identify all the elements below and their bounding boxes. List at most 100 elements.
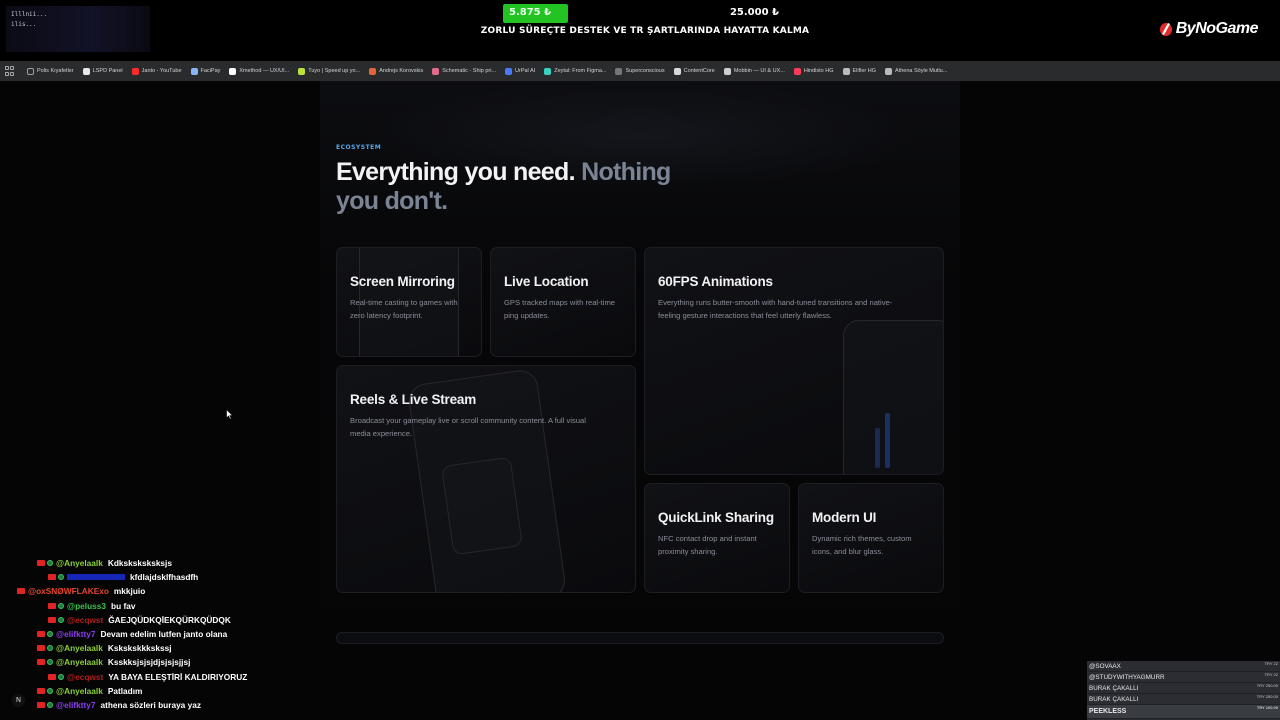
feature-card-reels-live-stream[interactable]: Reels & Live Stream Broadcast your gamep… — [336, 365, 636, 593]
feature-card-modern-ui[interactable]: Modern UI Dynamic rich themes, custom ic… — [798, 483, 944, 593]
feature-card-live-location[interactable]: Live Location GPS tracked maps with real… — [490, 247, 636, 357]
donor-name: PEEKLESS — [1089, 708, 1127, 715]
member-badge-icon — [47, 701, 53, 708]
bookmark-item[interactable]: Hindisto HG — [793, 67, 834, 75]
contentcore-icon — [673, 67, 681, 75]
card-description: Real-time casting to games with zero lat… — [350, 298, 458, 320]
chat-badges — [17, 588, 25, 595]
chat-message: @Anyelaalk Kskskskkkskssj — [0, 641, 300, 655]
schematic-icon — [432, 67, 440, 75]
bookmark-item[interactable]: Andrejs Korovskis — [369, 67, 424, 75]
bookmark-label: Schematic - Ship pri... — [442, 68, 497, 74]
bookmark-label: Andrejs Korovskis — [379, 68, 424, 74]
bookmark-label: Janto - YouTube — [141, 68, 182, 74]
youtube-icon — [131, 67, 139, 75]
bookmark-label: Mobbin — UI & UX... — [733, 68, 785, 74]
chat-username: @peluss3 — [67, 600, 106, 611]
hindisto-icon — [793, 67, 801, 75]
facipay-icon — [190, 67, 198, 75]
bookmark-item[interactable]: Superconscious — [615, 67, 665, 75]
youtube-badge-icon — [48, 574, 56, 581]
youtube-badge-icon — [48, 602, 56, 609]
card-description: GPS tracked maps with real-time ping upd… — [504, 298, 615, 320]
mouse-cursor-icon — [226, 409, 233, 420]
section-eyebrow: ECOSYSTEM — [336, 144, 382, 151]
card-description: Dynamic rich themes, custom icons, and b… — [812, 534, 912, 556]
bookmark-item[interactable]: Tuyo | Speed up yo... — [298, 67, 360, 75]
chat-message: @Anyelaalk Patladım — [0, 684, 300, 698]
donation-amount: TRY 250.00 — [1256, 683, 1278, 688]
chat-badges — [48, 616, 64, 623]
chat-username: @elifktty7 — [56, 699, 96, 710]
chat-text: athena sözleri buraya yaz — [100, 699, 201, 710]
chat-username: @Anyelaalk — [56, 643, 103, 654]
chat-username: @elifktty7 — [56, 629, 96, 640]
chat-message: @elifktty7 Devam edelim lutfen janto olan… — [0, 627, 300, 641]
member-badge-icon — [58, 616, 64, 623]
youtube-badge-icon — [37, 560, 45, 567]
bookmark-item[interactable]: FaciPay — [190, 67, 221, 75]
donation-current-amount: 5.875 ₺ — [509, 7, 552, 18]
headline-primary: Everything you need. — [336, 158, 576, 186]
star-badge-icon — [82, 67, 90, 75]
brand-name: ByNoGame — [1175, 20, 1259, 37]
x-icon — [229, 67, 237, 75]
chat-username: @ecqwst — [67, 671, 104, 682]
chat-text: Kskskskkkskssj — [107, 643, 172, 654]
bookmark-item[interactable]: Xmethod — UX/UI... — [229, 67, 289, 75]
bookmark-item[interactable]: Athena Söyle Mutlu... — [885, 67, 947, 75]
donor-name: BURAK ÇAKALLI — [1089, 684, 1139, 692]
donation-amount: TRY 22 — [1264, 672, 1278, 677]
bookmark-item[interactable]: Polis Kıyafetler — [27, 67, 74, 75]
bookmark-item[interactable]: LSPD Panel — [82, 67, 123, 75]
bookmark-item[interactable]: ContentCore — [673, 67, 715, 75]
donor-name: BURAK ÇAKALLI — [1089, 695, 1139, 703]
zeytal-icon — [544, 67, 552, 75]
bookmark-item[interactable]: Schematic - Ship pri... — [432, 67, 497, 75]
bookmark-item[interactable]: UrPal AI — [505, 67, 535, 75]
card-title: QuickLink Sharing — [658, 510, 774, 525]
chat-text: Patladım — [107, 685, 143, 696]
superconscious-icon — [615, 67, 623, 75]
card-description: Everything runs butter-smooth with hand-… — [658, 298, 893, 320]
bookmark-item[interactable]: Elifler HG — [842, 67, 877, 75]
bookmark-item[interactable]: Zeytal: From Figma... — [544, 67, 606, 75]
card-title: Modern UI — [812, 510, 877, 525]
chat-username: @oxSNØWFLAKExo — [28, 586, 109, 597]
chat-message: @Anyelaalk Ksskksjsjsjdjsjsjsjjsj — [0, 655, 300, 669]
apps-grid-icon[interactable] — [5, 66, 15, 76]
bookmarks-bar: Polis Kıyafetler LSPD Panel Janto - YouTub… — [0, 61, 1280, 81]
member-badge-icon — [58, 574, 64, 581]
youtube-badge-icon — [37, 659, 45, 666]
donor-name: @STUDYWITHYAGMURR — [1089, 673, 1165, 681]
chat-text: bu fav — [111, 600, 136, 611]
feature-card-60fps-animations[interactable]: 60FPS Animations Everything runs butter-… — [644, 247, 944, 475]
feature-card-quicklink-sharing[interactable]: QuickLink Sharing NFC contact drop and i… — [644, 483, 790, 593]
chat-username: @Anyelaalk — [56, 558, 103, 569]
section-headline: Everything you need. Nothing you don't. — [336, 158, 696, 216]
bookmark-label: Hindisto HG — [803, 68, 834, 74]
chat-badges — [37, 687, 53, 694]
youtube-badge-icon — [37, 645, 45, 652]
feature-card-screen-mirroring[interactable]: Screen Mirroring Real-time casting to ga… — [336, 247, 482, 357]
brand-logo: ByNoGame — [1159, 20, 1259, 38]
webcam-thumbnail: Illlnii... ilis... — [6, 6, 150, 52]
donation-amount: TRY 100.00 — [1256, 705, 1278, 710]
youtube-badge-icon — [37, 701, 45, 708]
bookmark-label: FaciPay — [200, 68, 221, 74]
chat-username: @Anyelaalk — [56, 657, 103, 668]
member-badge-icon — [58, 602, 64, 609]
youtube-badge-icon — [48, 616, 56, 623]
bookmark-label: Elifler HG — [852, 68, 877, 74]
bookmark-item[interactable]: Mobbin — UI & UX... — [723, 67, 785, 75]
chat-message: @elifktty7 athena sözleri buraya yaz — [0, 698, 300, 712]
chat-text: YA BAYA ELEŞTİRİ KALDIRIYORUZ — [108, 671, 248, 682]
chat-badges — [37, 560, 53, 567]
chat-badges — [37, 631, 53, 638]
bookmark-label: Superconscious — [625, 68, 665, 74]
bookmark-label: Polis Kıyafetler — [37, 68, 74, 74]
stream-overlay-top: Illlnii... ilis... 5.875 ₺ 25.000 ₺ ZORL… — [0, 0, 1280, 60]
bookmark-item[interactable]: Janto - YouTube — [131, 67, 182, 75]
card-description: Broadcast your gameplay live or scroll c… — [350, 416, 586, 438]
chat-username — [67, 574, 125, 581]
